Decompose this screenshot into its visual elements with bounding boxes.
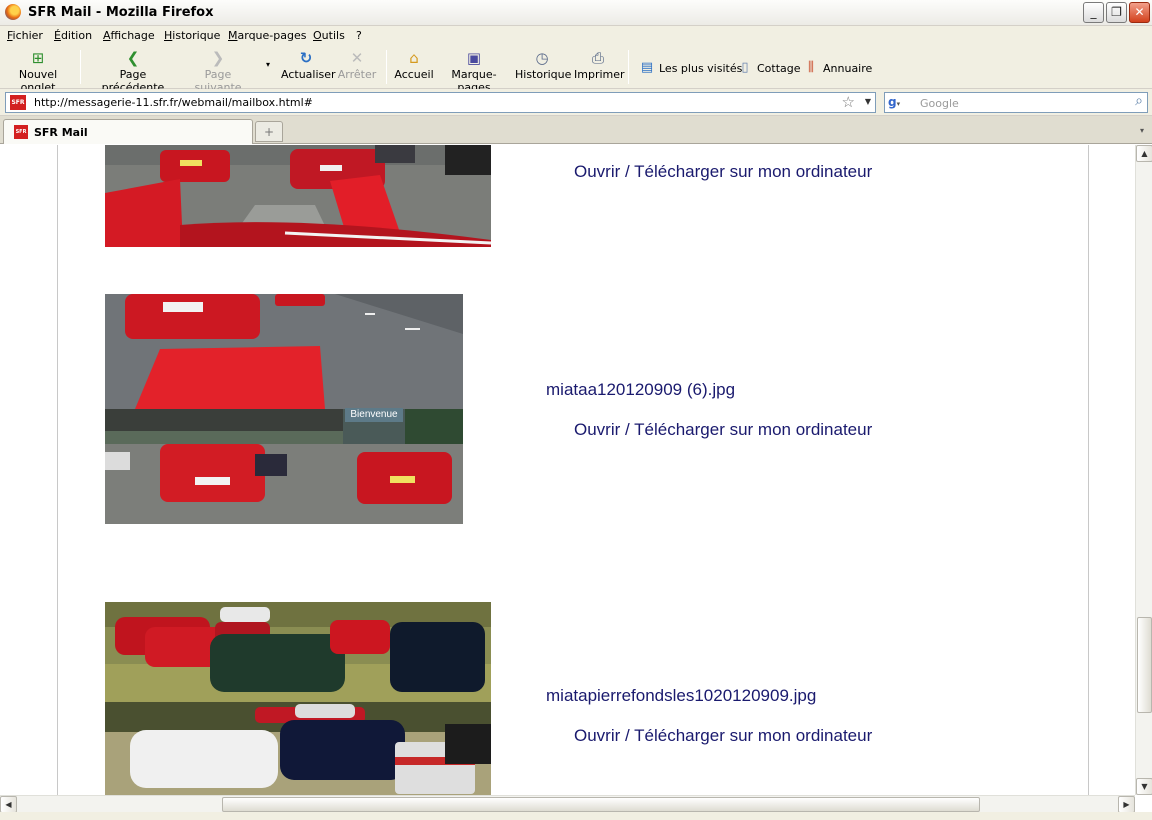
forward-button[interactable]: ❯ Page suivante — [181, 48, 255, 94]
menu-fichier[interactable]: Fichier — [7, 29, 43, 42]
new-tab-plus-button[interactable]: + — [255, 121, 283, 142]
bookmark-cottage[interactable]: ▯ Cottage — [737, 60, 800, 76]
clock-icon: ◷ — [535, 49, 549, 67]
reload-button[interactable]: ↻ Actualiser — [281, 48, 336, 81]
url-text[interactable]: http://messagerie-11.sfr.fr/webmail/mail… — [34, 96, 313, 109]
home-button[interactable]: ⌂ Accueil — [393, 48, 435, 81]
vertical-scrollbar[interactable]: ▲ ▼ — [1135, 145, 1152, 795]
attachment-thumbnail[interactable]: Bienvenue — [105, 294, 463, 524]
bookmarks-icon: ▣ — [466, 49, 482, 67]
new-tab-button[interactable]: ⊞ Nouvel onglet — [3, 48, 73, 94]
download-link[interactable]: Ouvrir / Télécharger sur mon ordinateur — [574, 726, 872, 746]
tab-label: SFR Mail — [34, 126, 88, 139]
home-icon: ⌂ — [409, 49, 419, 67]
title-bar: SFR Mail - Mozilla Firefox _ ❐ ✕ — [0, 0, 1152, 26]
stop-icon: ✕ — [350, 49, 364, 67]
mail-attachment-list: Ouvrir / Télécharger sur mon ordinateur — [57, 145, 1089, 795]
forward-arrow-icon: ❯ — [211, 49, 225, 67]
search-placeholder: Google — [920, 97, 959, 110]
menu-help[interactable]: ? — [356, 29, 362, 42]
car-photo-thumbnail — [105, 145, 491, 247]
google-engine-icon[interactable]: g▾ — [888, 95, 904, 110]
status-bar — [0, 812, 1152, 820]
sfr-favicon-icon: SFR — [10, 95, 26, 110]
scroll-up-icon[interactable]: ▲ — [1136, 145, 1152, 162]
horizontal-scroll-thumb[interactable] — [222, 797, 980, 812]
search-magnifier-icon[interactable]: ⌕ — [1135, 93, 1143, 109]
firefox-icon — [5, 4, 21, 20]
close-button[interactable]: ✕ — [1129, 2, 1150, 23]
menu-bar: Fichier Édition Affichage Historique Mar… — [0, 26, 1152, 46]
vertical-scroll-thumb[interactable] — [1137, 617, 1152, 713]
horizontal-scrollbar[interactable]: ◀ ▶ — [0, 795, 1135, 813]
bookmark-most-visited[interactable]: ▤ Les plus visités — [639, 60, 743, 76]
car-photo-thumbnail — [105, 602, 491, 795]
reload-icon: ↻ — [299, 49, 313, 67]
address-bar-row: SFR http://messagerie-11.sfr.fr/webmail/… — [0, 89, 1152, 116]
menu-marque-pages[interactable]: Marque-pages — [228, 29, 306, 42]
page-viewport: Ouvrir / Télécharger sur mon ordinateur — [0, 145, 1135, 795]
history-dropdown[interactable]: ▾ — [262, 60, 274, 69]
toolbar-separator — [80, 50, 81, 84]
restore-button[interactable]: ❐ — [1106, 2, 1127, 23]
menu-historique[interactable]: Historique — [164, 29, 220, 42]
page-icon: ▯ — [741, 60, 749, 75]
scroll-left-icon[interactable]: ◀ — [0, 796, 17, 813]
toolbar-separator — [628, 50, 629, 84]
menu-edition[interactable]: Édition — [54, 29, 92, 42]
download-link[interactable]: Ouvrir / Télécharger sur mon ordinateur — [574, 420, 872, 440]
back-button[interactable]: ❮ Page précédente — [90, 48, 176, 94]
tab-sfr-mail[interactable]: SFR SFR Mail — [3, 119, 253, 144]
tab-list-dropdown-icon[interactable]: ▾ — [1134, 121, 1150, 141]
star-bookmark-icon[interactable]: ☆ — [842, 93, 855, 111]
window-title: SFR Mail - Mozilla Firefox — [28, 5, 214, 20]
url-field[interactable]: SFR http://messagerie-11.sfr.fr/webmail/… — [5, 92, 876, 113]
menu-outils[interactable]: Outils — [313, 29, 345, 42]
printer-icon: ⎙ — [591, 49, 604, 67]
attachment-filename: miatapierrefondsles1020120909.jpg — [546, 686, 817, 705]
toolbar-separator — [386, 50, 387, 84]
history-button[interactable]: ◷ Historique — [515, 48, 571, 81]
menu-affichage[interactable]: Affichage — [103, 29, 155, 42]
bookmarks-button[interactable]: ▣ Marque-pages — [437, 48, 511, 94]
new-tab-icon: ⊞ — [31, 49, 45, 67]
sfr-favicon-icon: SFR — [14, 125, 28, 139]
scroll-down-icon[interactable]: ▼ — [1136, 778, 1152, 795]
attachment-thumbnail[interactable] — [105, 145, 491, 247]
print-button[interactable]: ⎙ Imprimer — [574, 48, 625, 81]
search-field[interactable]: g▾ Google ⌕ — [884, 92, 1148, 113]
most-visited-icon: ▤ — [640, 60, 654, 75]
minimize-button[interactable]: _ — [1083, 2, 1104, 23]
back-arrow-icon: ❮ — [126, 49, 140, 67]
download-link[interactable]: Ouvrir / Télécharger sur mon ordinateur — [574, 162, 872, 182]
car-photo-thumbnail — [105, 294, 463, 524]
annuaire-icon: ⫼ — [808, 60, 814, 75]
tab-strip: SFR SFR Mail + ▾ — [0, 116, 1152, 144]
url-dropdown-icon[interactable]: ▼ — [865, 97, 871, 106]
photo-sign: Bienvenue — [345, 408, 403, 422]
navigation-toolbar: ⊞ Nouvel onglet ❮ Page précédente ❯ Page… — [0, 46, 1152, 94]
stop-button[interactable]: ✕ Arrêter — [336, 48, 378, 81]
attachment-thumbnail[interactable] — [105, 602, 491, 795]
bookmark-annuaire[interactable]: ⫼ Annuaire — [803, 60, 872, 76]
scroll-right-icon[interactable]: ▶ — [1118, 796, 1135, 813]
attachment-filename: miataa120120909 (6).jpg — [546, 380, 736, 399]
